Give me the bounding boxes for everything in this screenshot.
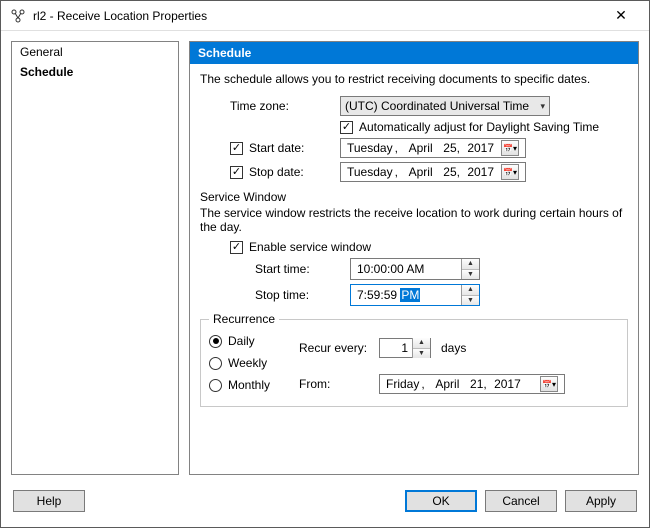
enable-service-window-checkbox[interactable]: Enable service window: [230, 240, 371, 254]
date-weekday: Tuesday: [347, 165, 393, 179]
dialog-body: General Schedule Schedule The schedule a…: [1, 31, 649, 485]
calendar-icon[interactable]: 📅▾: [540, 376, 558, 392]
start-time-field[interactable]: 10:00:00 AM ▲▼: [350, 258, 480, 280]
recur-unit: days: [441, 341, 466, 355]
date-year: 2017: [467, 165, 494, 179]
dialog-window: rl2 - Receive Location Properties ✕ Gene…: [0, 0, 650, 528]
date-day: 25,: [443, 165, 460, 179]
checkbox-icon: [230, 142, 243, 155]
spin-down-icon[interactable]: ▼: [462, 296, 479, 306]
radio-icon: [209, 335, 222, 348]
chevron-down-icon: ▾: [540, 101, 545, 112]
apply-button[interactable]: Apply: [565, 490, 637, 512]
window-title: rl2 - Receive Location Properties: [33, 9, 601, 23]
spin-up-icon[interactable]: ▲: [462, 259, 479, 270]
spin-up-icon[interactable]: ▲: [462, 285, 479, 296]
date-year: 2017: [467, 141, 494, 155]
stop-date-label: Stop date:: [249, 165, 304, 179]
nav-item-schedule[interactable]: Schedule: [12, 62, 178, 82]
spinner[interactable]: ▲▼: [461, 259, 479, 279]
stop-time-value: 7:59:59 PM: [351, 288, 461, 302]
service-window-desc: The service window restricts the receive…: [200, 206, 628, 234]
schedule-description: The schedule allows you to restrict rece…: [200, 72, 628, 86]
checkbox-icon: [230, 241, 243, 254]
recur-every-field[interactable]: 1 ▲▼: [379, 338, 431, 358]
radio-weekly[interactable]: Weekly: [209, 356, 299, 370]
timezone-value: (UTC) Coordinated Universal Time: [345, 99, 529, 113]
recur-value: 1: [380, 341, 412, 355]
stop-date-checkbox[interactable]: Stop date:: [230, 165, 340, 179]
radio-icon: [209, 379, 222, 392]
service-window-label: Service Window: [200, 190, 628, 204]
calendar-icon[interactable]: 📅▾: [501, 140, 519, 156]
titlebar: rl2 - Receive Location Properties ✕: [1, 1, 649, 31]
spin-down-icon[interactable]: ▼: [462, 270, 479, 280]
spinner[interactable]: ▲▼: [461, 285, 479, 305]
calendar-icon[interactable]: 📅▾: [501, 164, 519, 180]
from-date-picker[interactable]: Friday , April 21, 2017 📅▾: [379, 374, 565, 394]
spin-up-icon[interactable]: ▲: [413, 338, 430, 349]
nav-panel: General Schedule: [11, 41, 179, 475]
date-month: April: [409, 141, 433, 155]
panel-body: The schedule allows you to restrict rece…: [190, 64, 638, 474]
radio-label: Monthly: [228, 378, 270, 392]
auto-dst-label: Automatically adjust for Daylight Saving…: [359, 120, 599, 134]
recurrence-legend: Recurrence: [209, 312, 279, 326]
spinner[interactable]: ▲▼: [412, 338, 430, 358]
checkbox-icon: [340, 121, 353, 134]
checkbox-icon: [230, 166, 243, 179]
stop-time-label: Stop time:: [255, 288, 350, 302]
enable-sw-label: Enable service window: [249, 240, 371, 254]
date-day: 21,: [470, 377, 487, 391]
start-time-label: Start time:: [255, 262, 350, 276]
start-time-value: 10:00:00 AM: [351, 262, 461, 276]
panel-title: Schedule: [190, 42, 638, 64]
date-month: April: [409, 165, 433, 179]
auto-dst-checkbox[interactable]: Automatically adjust for Daylight Saving…: [340, 120, 599, 134]
app-icon: [9, 7, 27, 25]
date-year: 2017: [494, 377, 521, 391]
date-month: April: [435, 377, 459, 391]
content-panel: Schedule The schedule allows you to rest…: [189, 41, 639, 475]
dialog-footer: Help OK Cancel Apply: [1, 485, 649, 527]
cancel-button[interactable]: Cancel: [485, 490, 557, 512]
recur-every-label: Recur every:: [299, 341, 379, 355]
timezone-combo[interactable]: (UTC) Coordinated Universal Time ▾: [340, 96, 550, 116]
radio-daily[interactable]: Daily: [209, 334, 299, 348]
help-button[interactable]: Help: [13, 490, 85, 512]
radio-monthly[interactable]: Monthly: [209, 378, 299, 392]
date-day: 25,: [443, 141, 460, 155]
nav-item-general[interactable]: General: [12, 42, 178, 62]
spin-down-icon[interactable]: ▼: [413, 349, 430, 359]
date-weekday: Tuesday: [347, 141, 393, 155]
start-date-picker[interactable]: Tuesday , April 25, 2017 📅▾: [340, 138, 526, 158]
ok-button[interactable]: OK: [405, 490, 477, 512]
radio-label: Daily: [228, 334, 255, 348]
radio-label: Weekly: [228, 356, 267, 370]
start-date-checkbox[interactable]: Start date:: [230, 141, 340, 155]
recurrence-group: Recurrence Daily Weekly Monthly Recur ev…: [200, 312, 628, 407]
date-weekday: Friday: [386, 377, 419, 391]
stop-date-picker[interactable]: Tuesday , April 25, 2017 📅▾: [340, 162, 526, 182]
radio-icon: [209, 357, 222, 370]
stop-time-field[interactable]: 7:59:59 PM ▲▼: [350, 284, 480, 306]
from-label: From:: [299, 377, 379, 391]
close-button[interactable]: ✕: [601, 7, 641, 24]
timezone-label: Time zone:: [230, 99, 340, 113]
start-date-label: Start date:: [249, 141, 304, 155]
